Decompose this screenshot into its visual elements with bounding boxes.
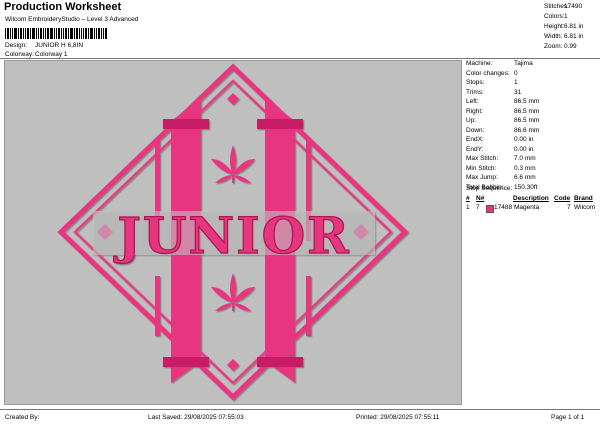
colorway-label: Colorway: (5, 51, 34, 58)
machine-info-row: Up: 86.5 mm (466, 117, 600, 127)
summary-row: Colors: 1 (544, 13, 600, 23)
colorway-value: Colorway 1 (35, 51, 68, 58)
machine-info-row: EndY: 0.00 in (466, 146, 600, 156)
machine-info-label: Stops: (466, 79, 485, 86)
embroidery-design-graphic: JUNIOR (57, 63, 409, 401)
machine-info-value: 0 (514, 69, 518, 77)
machine-info-label: Right: (466, 107, 483, 115)
design-name-row: Design: JUNIOR H 6,8IN (5, 42, 83, 49)
footer: Created By: Last Saved: 29/08/2025 07:55… (0, 409, 600, 425)
machine-info-row: Stops: 1 (466, 79, 600, 89)
machine-info-row: Machine: Tajima (466, 60, 600, 70)
machine-info-row: Right: 86.5 mm (466, 108, 600, 118)
stop-sequence-row: 1 7 17488 Magenta 7 Wilcom (466, 204, 600, 213)
row-stitches: 17488 (494, 204, 513, 211)
machine-info-value: 7.0 mm (514, 155, 536, 162)
page-number: Page 1 of 1 (551, 414, 585, 421)
summary-row: Height: 6.81 in (544, 23, 600, 33)
machine-info-value: 31 (514, 88, 522, 96)
machine-info-value: Tajima (514, 60, 533, 67)
summary-panel: Stitches: 17490 Colors: 1 Height: 6.81 in W… (544, 3, 600, 53)
row-code: 7 (567, 204, 571, 211)
machine-info-row: Max Jump: 6.6 mm (466, 174, 600, 184)
leaf-icon-top (211, 145, 255, 183)
stop-sequence-header: # N# Description Code Brand (466, 195, 600, 204)
machine-info-label: Left: (466, 98, 479, 105)
col-index: # (466, 195, 470, 202)
stop-sequence-title: Stop Sequence: (466, 185, 513, 192)
machine-info-value: 86.5 mm (514, 117, 540, 124)
summary-value: 1 (564, 13, 568, 20)
color-swatch (486, 205, 494, 213)
summary-row: Width: 6.81 in (544, 33, 600, 43)
col-description: Description (513, 195, 549, 202)
col-brand: Brand (574, 195, 593, 202)
machine-info-label: Machine: (466, 60, 493, 67)
machine-info-value: 86.5 mm (514, 107, 540, 115)
machine-info-value: 150.30ft (514, 183, 538, 191)
machine-info-row: Trims: 31 (466, 89, 600, 99)
machine-info-value: 86.5 mm (514, 98, 540, 105)
row-brand: Wilcom (574, 204, 596, 211)
design-label: Design: (5, 42, 28, 49)
machine-info-value: 6.6 mm (514, 174, 536, 181)
created-by: Created By: (5, 414, 40, 421)
machine-info-row: Down: 86.6 mm (466, 127, 600, 137)
summary-label: Height: (544, 23, 565, 30)
machine-info-row: Color changes: 0 (466, 70, 600, 80)
summary-label: Width: (544, 33, 563, 40)
machine-info-row: Left: 86.5 mm (466, 98, 600, 108)
summary-value: 6.81 in (564, 23, 584, 30)
machine-info-value: 0.00 in (514, 145, 534, 153)
machine-info-row: Min Stitch: 0.3 mm (466, 165, 600, 175)
leaf-icon-bottom (211, 273, 255, 311)
colorway-row: Colorway: Colorway 1 (5, 51, 68, 58)
summary-value: 6.81 in (564, 33, 584, 40)
design-text: JUNIOR (113, 206, 350, 265)
summary-value: 0.99 (564, 43, 577, 50)
machine-info-label: Trims: (466, 88, 484, 96)
row-needle: 7 (476, 204, 480, 211)
design-value: JUNIOR H 6,8IN (35, 42, 84, 49)
machine-info-label: Max Jump: (466, 174, 498, 181)
machine-info-label: Up: (466, 117, 477, 124)
row-index: 1 (466, 204, 470, 211)
machine-info-value: 0.00 in (514, 136, 534, 143)
machine-info-row: Max Stitch: 7.0 mm (466, 155, 600, 165)
summary-row: Zoom: 0.99 (544, 43, 600, 53)
summary-value: 17490 (564, 3, 583, 10)
machine-info-row: EndX: 0.00 in (466, 136, 600, 146)
machine-info-label: Down: (466, 126, 485, 134)
machine-info-label: EndX: (466, 136, 484, 143)
col-needle: N# (476, 195, 485, 202)
printed-date: Printed: 29/08/2025 07:55:11 (356, 414, 440, 421)
summary-row: Stitches: 17490 (544, 3, 600, 13)
machine-info-label: Min Stitch: (466, 164, 497, 172)
machine-info-value: 86.6 mm (514, 126, 540, 134)
summary-label: Colors: (544, 13, 565, 20)
machine-info-label: EndY: (466, 145, 484, 153)
barcode (5, 26, 115, 39)
machine-info-value: 0.3 mm (514, 164, 536, 172)
last-saved: Last Saved: 29/08/2025 07:55:03 (148, 414, 244, 421)
summary-label: Zoom: (544, 43, 563, 50)
col-code: Code (554, 195, 571, 202)
machine-info-label: Max Stitch: (466, 155, 499, 162)
software-subtitle: Wilcom EmbroideryStudio – Level 3 Advanc… (5, 16, 139, 23)
header-divider (0, 58, 600, 59)
row-description: Magenta (514, 204, 540, 211)
design-preview: JUNIOR (4, 60, 462, 405)
page-title: Production Worksheet (4, 1, 122, 13)
machine-info-panel: Machine: Tajima Color changes: 0 Stops: 1 Trim… (466, 60, 600, 193)
machine-info-label: Color changes: (466, 69, 510, 77)
machine-info-value: 1 (514, 79, 518, 86)
